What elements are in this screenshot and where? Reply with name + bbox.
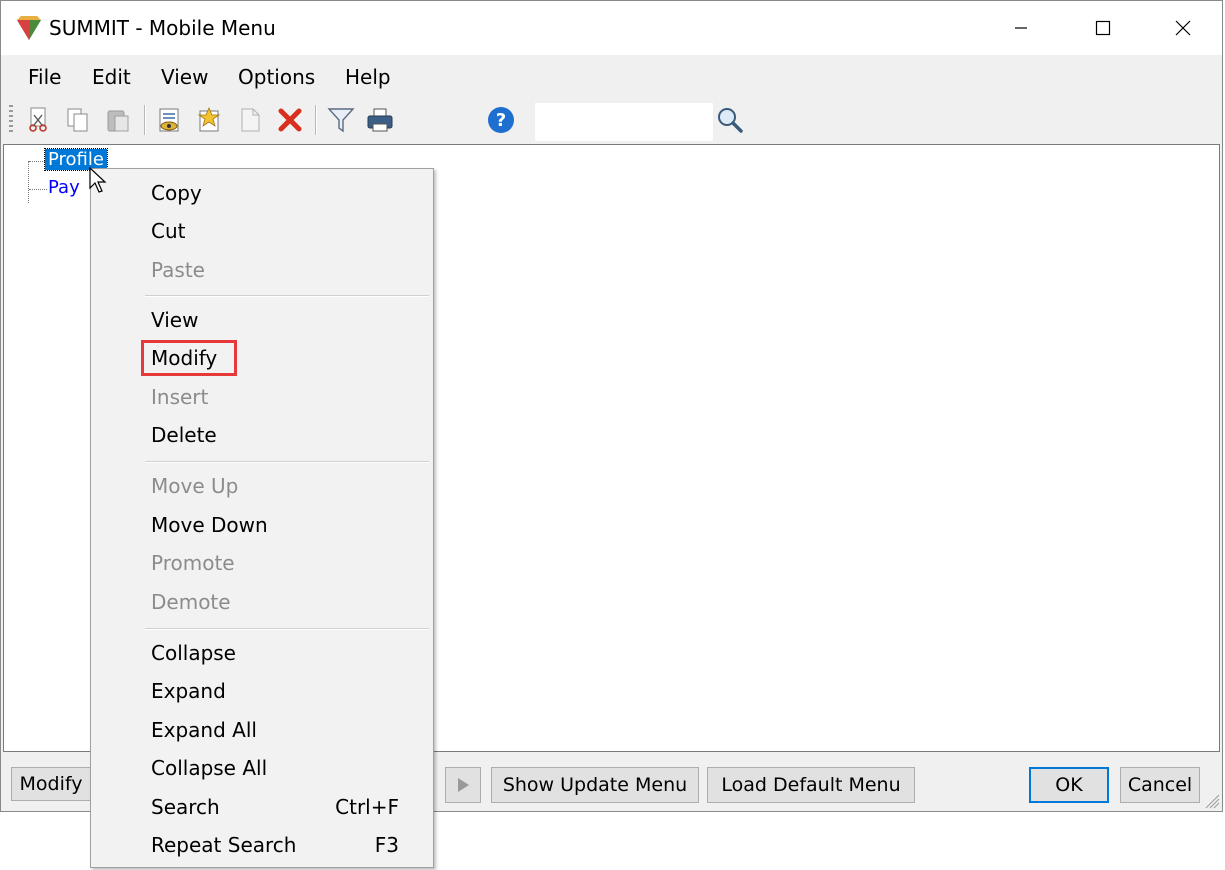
tree-node-pay[interactable]: Pay <box>45 177 83 198</box>
ctx-collapse[interactable]: Collapse <box>151 641 236 665</box>
minimize-button[interactable] <box>981 1 1061 55</box>
ctx-move-up: Move Up <box>151 474 239 498</box>
ctx-repeat-search-shortcut: F3 <box>374 833 399 857</box>
context-menu: Copy Cut Paste View Modify Insert Delete… <box>90 168 434 868</box>
tree-connector <box>28 161 29 203</box>
ctx-paste: Paste <box>151 258 205 282</box>
ctx-search[interactable]: Search <box>151 795 220 819</box>
svg-text:?: ? <box>496 110 506 131</box>
mouse-cursor-icon <box>89 167 107 193</box>
close-button[interactable] <box>1143 1 1223 55</box>
ctx-copy[interactable]: Copy <box>151 181 202 205</box>
minimize-icon <box>1015 27 1027 29</box>
paste-icon[interactable] <box>103 105 133 135</box>
menu-bar: File Edit View Options Help <box>1 55 1222 99</box>
toolbar-separator <box>315 105 317 135</box>
insert-icon[interactable] <box>235 105 265 135</box>
title-bar: SUMMIT - Mobile Menu <box>1 1 1222 55</box>
window-title: SUMMIT - Mobile Menu <box>49 16 276 40</box>
modify-highlight-box <box>141 340 237 376</box>
resize-grip-icon[interactable] <box>1200 789 1220 809</box>
ctx-separator <box>145 461 429 463</box>
summit-app-icon <box>17 16 41 40</box>
print-icon[interactable] <box>365 105 395 135</box>
ctx-delete[interactable]: Delete <box>151 423 217 447</box>
copy-icon[interactable] <box>63 105 93 135</box>
ctx-collapse-all[interactable]: Collapse All <box>151 756 267 780</box>
menu-file[interactable]: File <box>28 65 61 89</box>
ctx-demote: Demote <box>151 590 231 614</box>
menu-help[interactable]: Help <box>345 65 391 89</box>
modify-icon[interactable] <box>195 105 225 135</box>
menu-edit[interactable]: Edit <box>92 65 131 89</box>
cancel-button[interactable]: Cancel <box>1120 767 1200 803</box>
ctx-expand-all[interactable]: Expand All <box>151 718 257 742</box>
ctx-cut[interactable]: Cut <box>151 219 185 243</box>
ctx-repeat-search[interactable]: Repeat Search <box>151 833 296 857</box>
search-icon[interactable] <box>715 105 745 135</box>
menu-options[interactable]: Options <box>238 65 315 89</box>
close-icon <box>1175 20 1191 36</box>
toolbar-separator <box>144 105 146 135</box>
toolbar-grip[interactable] <box>9 105 13 135</box>
ctx-promote: Promote <box>151 551 235 575</box>
modify-button[interactable]: Modify <box>11 767 91 801</box>
ctx-separator <box>145 295 429 297</box>
load-default-menu-button[interactable]: Load Default Menu <box>707 767 915 803</box>
help-icon[interactable]: ? <box>486 105 516 135</box>
ctx-insert: Insert <box>151 385 209 409</box>
toolbar: ? <box>1 99 1222 143</box>
next-arrow-button[interactable] <box>445 767 481 803</box>
filter-icon[interactable] <box>326 105 356 135</box>
view-icon[interactable] <box>155 105 185 135</box>
menu-view[interactable]: View <box>161 65 208 89</box>
ctx-expand[interactable]: Expand <box>151 679 226 703</box>
ctx-view[interactable]: View <box>151 308 198 332</box>
show-update-menu-button[interactable]: Show Update Menu <box>491 767 699 803</box>
play-arrow-icon <box>458 778 469 792</box>
delete-icon[interactable] <box>275 105 305 135</box>
ctx-search-shortcut: Ctrl+F <box>335 795 399 819</box>
ctx-separator <box>145 628 429 630</box>
toolbar-search-input[interactable] <box>535 103 713 141</box>
ctx-move-down[interactable]: Move Down <box>151 513 268 537</box>
ok-button[interactable]: OK <box>1029 767 1109 803</box>
cut-icon[interactable] <box>23 105 53 135</box>
maximize-icon <box>1095 20 1111 36</box>
maximize-button[interactable] <box>1063 1 1143 55</box>
